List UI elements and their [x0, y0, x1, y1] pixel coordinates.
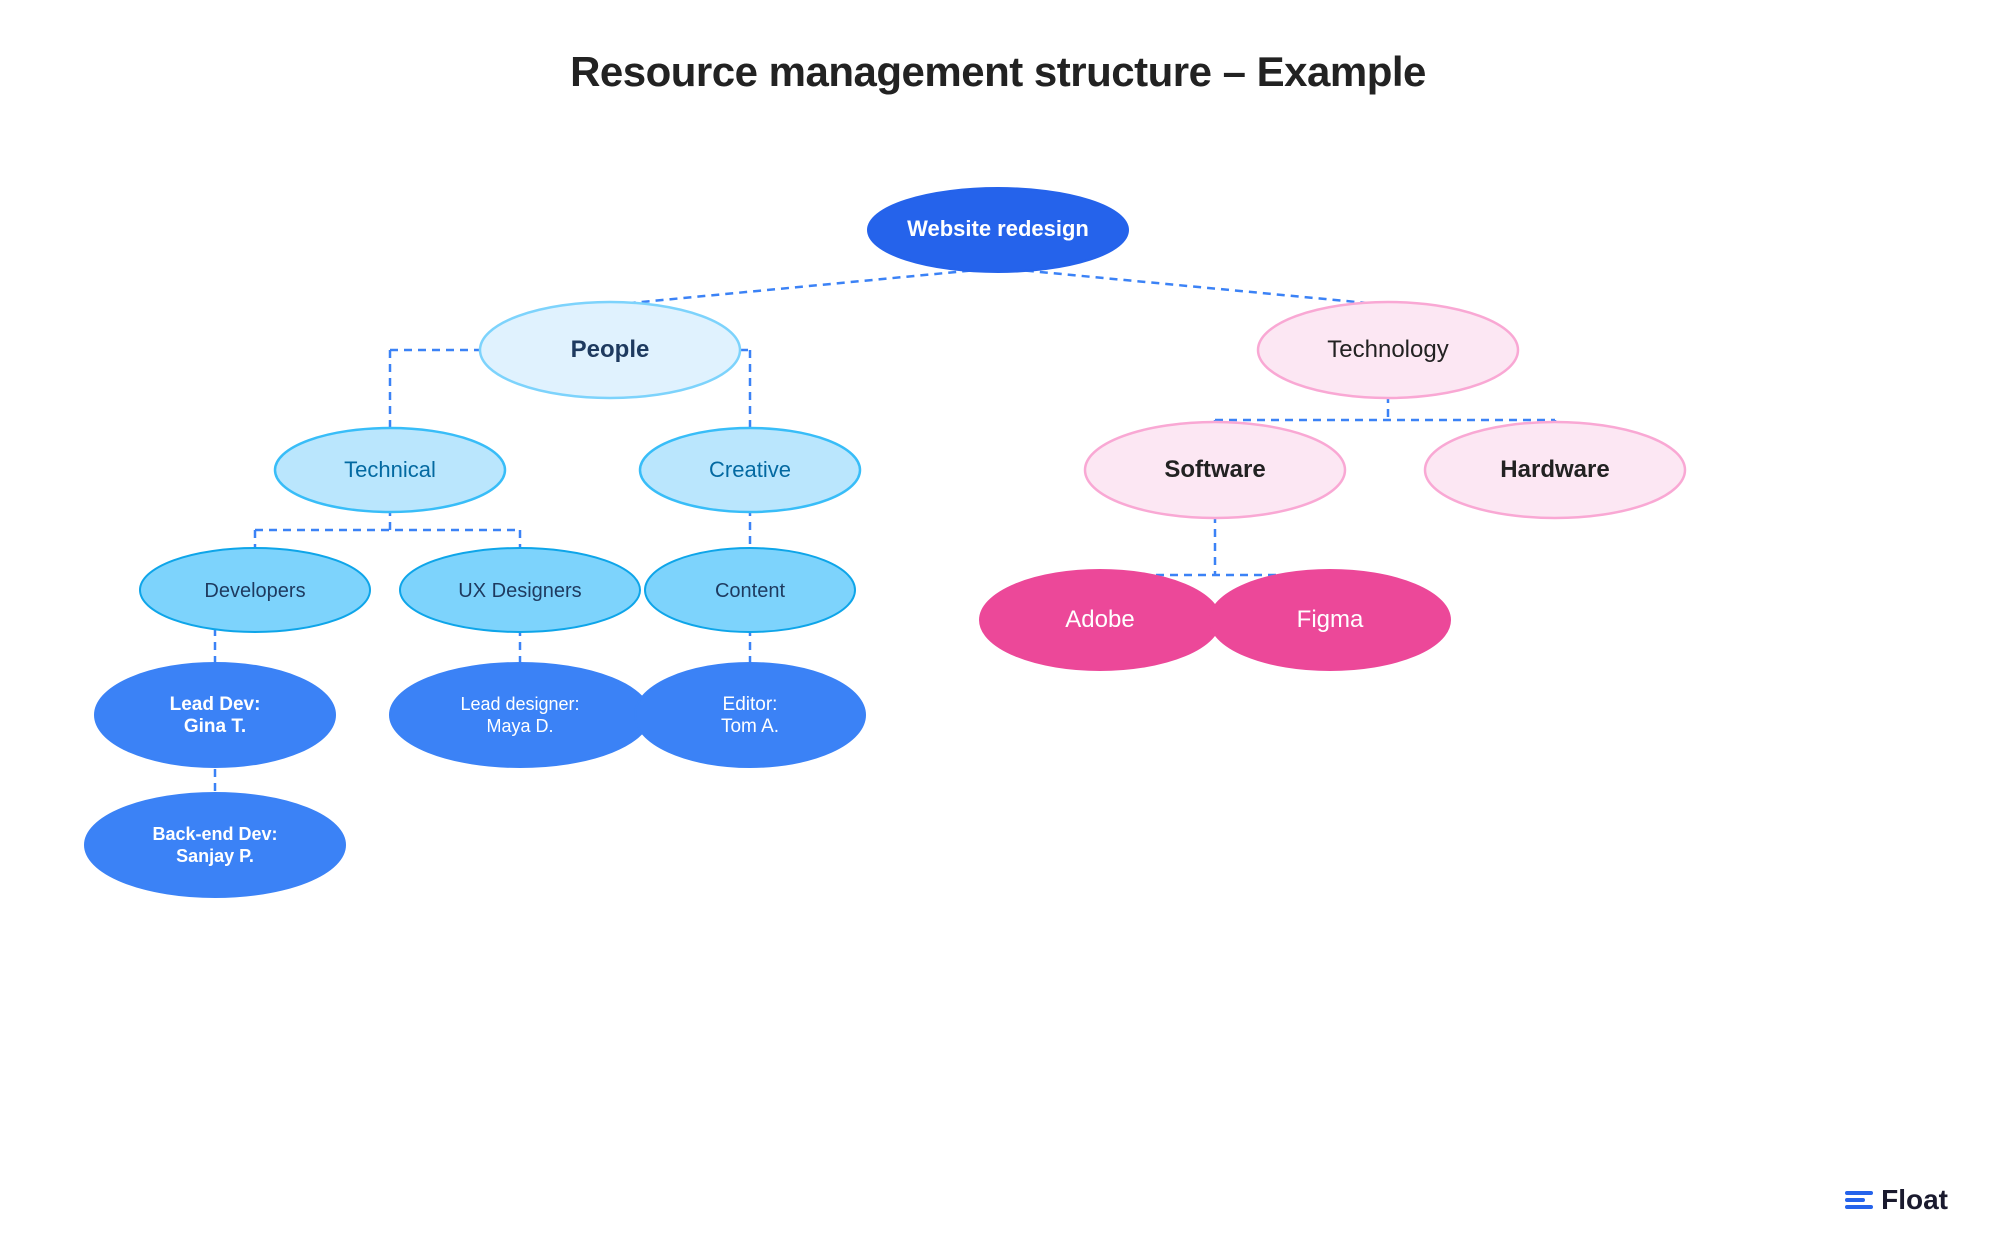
logo-icon — [1845, 1191, 1873, 1209]
svg-text:Content: Content — [715, 580, 785, 602]
svg-text:Creative: Creative — [709, 457, 791, 482]
svg-text:Technical: Technical — [344, 457, 436, 482]
svg-text:UX Designers: UX Designers — [458, 580, 581, 602]
svg-text:Maya D.: Maya D. — [486, 716, 553, 736]
svg-text:Sanjay P.: Sanjay P. — [176, 846, 254, 866]
svg-text:Website redesign: Website redesign — [907, 216, 1089, 241]
diagram: Website redesign People Technology Techn… — [0, 0, 1996, 1244]
svg-text:Developers: Developers — [204, 580, 305, 602]
logo-line-3 — [1845, 1205, 1873, 1209]
svg-text:People: People — [571, 336, 650, 363]
svg-text:Gina T.: Gina T. — [184, 716, 246, 737]
svg-text:Lead Dev:: Lead Dev: — [170, 694, 261, 715]
svg-text:Editor:: Editor: — [723, 694, 778, 715]
logo-text: Float — [1881, 1184, 1948, 1216]
logo-line-2 — [1845, 1198, 1865, 1202]
svg-text:Technology: Technology — [1327, 336, 1448, 363]
svg-text:Adobe: Adobe — [1065, 606, 1134, 633]
float-logo: Float — [1845, 1184, 1948, 1216]
svg-text:Lead designer:: Lead designer: — [460, 694, 579, 714]
logo-line-1 — [1845, 1191, 1873, 1195]
svg-text:Figma: Figma — [1297, 606, 1364, 633]
svg-text:Hardware: Hardware — [1500, 456, 1609, 483]
svg-text:Tom A.: Tom A. — [721, 716, 779, 737]
svg-text:Back-end Dev:: Back-end Dev: — [152, 824, 277, 844]
svg-text:Software: Software — [1164, 456, 1265, 483]
